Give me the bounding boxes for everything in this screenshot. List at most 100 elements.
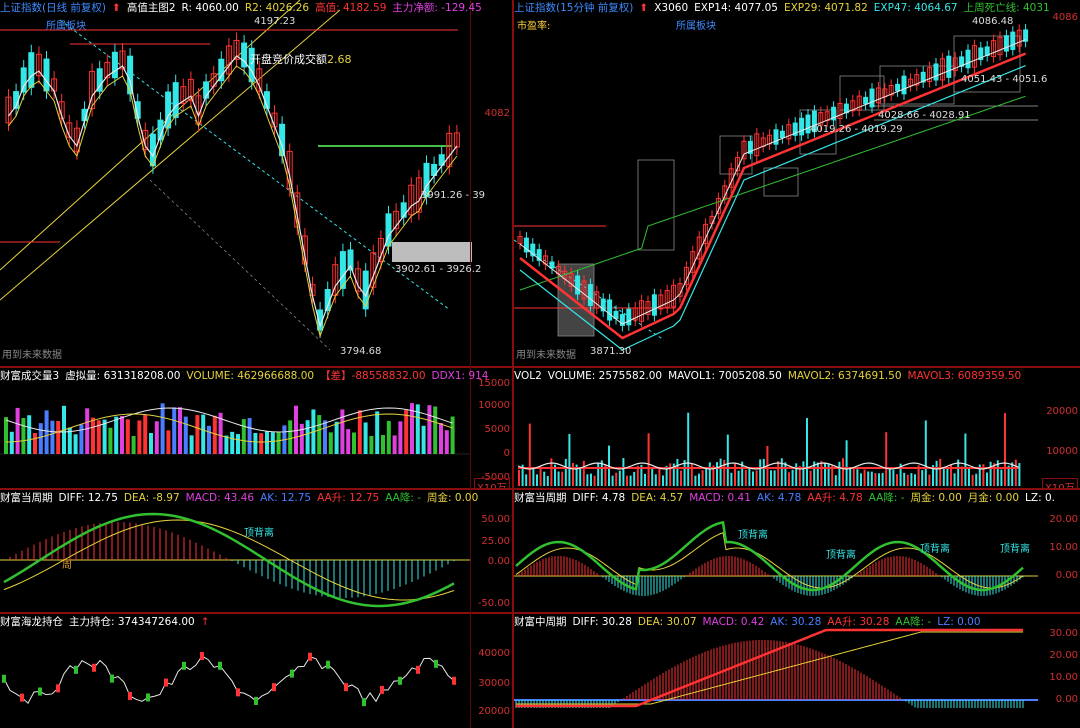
dea-value: DEA: 30.07: [637, 616, 697, 628]
dea-value: DEA: -8.97: [123, 492, 180, 504]
volume-bar: [439, 422, 443, 454]
volume-bar: [120, 416, 124, 454]
volume-bar: [622, 458, 625, 486]
volume-bar: [404, 409, 409, 454]
y-axis-tick: 0.00: [1055, 570, 1078, 581]
volume-ma-line: [5, 407, 453, 433]
candle-body: [28, 52, 35, 88]
volume-bar: [780, 458, 783, 486]
volume-bar: [568, 433, 571, 486]
range-label-1: 4051.43 - 4051.6: [961, 74, 1048, 85]
right-main-chart[interactable]: 上证指数(15分钟 前复权) ⬆ X3060 EXP14: 4077.05 EXP29:…: [514, 0, 1080, 366]
candle-body: [43, 58, 50, 92]
right-midcycle-header: 财富中周期 DIFF: 30.28 DEA: 30.07 MACD: 0.42 AK: …: [514, 614, 1080, 630]
macd-value: MACD: 43.46: [185, 492, 255, 504]
volume-bar: [964, 433, 967, 486]
volume-bar: [960, 466, 963, 486]
left-macd-chart[interactable]: 财富当周期 DIFF: 12.75 DEA: -8.97 MACD: 43.46 AK:…: [0, 490, 512, 612]
range-label-1: 3991.26 - 39: [421, 190, 486, 201]
dea-value: DEA: 4.57: [631, 492, 684, 504]
volume-bar: [633, 471, 636, 486]
up-arrow-icon: ↑: [200, 616, 210, 628]
volume-bar: [247, 418, 252, 454]
holdings-marker: [20, 693, 24, 702]
volume-bar: [15, 407, 20, 454]
volume-bar: [44, 410, 49, 454]
candle-body: [779, 130, 785, 139]
chart-title[interactable]: 上证指数(15分钟 前复权): [514, 2, 633, 14]
volume-bar: [79, 424, 84, 454]
volume-bar: [375, 411, 380, 454]
left-main-chart[interactable]: 上证指数(日线 前复权) ⬆ 高值主图2 R: 4060.00 R2: 4026.26 高…: [0, 0, 512, 366]
exp47-line: [519, 95, 1026, 291]
volume-bar: [102, 419, 107, 454]
volume-bar: [701, 470, 704, 486]
consolidation-box: [763, 167, 799, 197]
volume-bar: [939, 458, 942, 486]
volume-bar: [791, 469, 794, 486]
volume-bar: [189, 435, 194, 454]
dea-line: [516, 631, 1023, 705]
y-axis-tick: 20000: [478, 706, 510, 717]
holdings-line: [3, 655, 455, 705]
volume-bar: [125, 419, 130, 454]
sector-link[interactable]: 所属板块: [676, 17, 716, 32]
indicator-name[interactable]: 财富当周期: [0, 492, 53, 504]
left-holdings-chart[interactable]: 财富海龙持仓 主力持仓: 374347264.00 ↑ 40000 30000 2000…: [0, 614, 512, 728]
right-volume-chart[interactable]: VOL2 VOLUME: 2575582.00 MAVOL1: 7005208.50…: [514, 368, 1080, 488]
sector-link[interactable]: 所属板块: [46, 17, 86, 32]
volume-bar: [759, 459, 762, 486]
volume-bar: [719, 458, 722, 486]
indicator-name[interactable]: 财富当周期: [514, 492, 567, 504]
month-gold-value: 月金: 0.00: [967, 492, 1020, 504]
volume-bar: [1018, 463, 1021, 486]
volume-bar: [543, 471, 546, 486]
macd-svg: [0, 512, 470, 608]
volume-bar: [334, 421, 339, 454]
indicator-name[interactable]: 财富海龙持仓: [0, 616, 63, 628]
volume-bars-svg: [0, 403, 470, 455]
volume-bar: [597, 462, 600, 486]
ddx-value: DDX1: 914: [431, 370, 489, 382]
aa-up-value: AA升: 12.75: [317, 492, 380, 504]
volume-bar: [730, 472, 733, 486]
holdings-marker: [380, 685, 384, 694]
holdings-marker: [254, 696, 258, 705]
volume-bar: [784, 462, 787, 486]
mavol3-value: MAVOL3: 6089359.50: [907, 370, 1022, 382]
volume-bar: [398, 421, 403, 454]
volume-bar: [989, 461, 992, 486]
top-divergence-label: 顶背离: [244, 528, 274, 539]
top-divergence-label: 顶背离: [1000, 544, 1030, 555]
y-axis-tick: 10.00: [1049, 542, 1078, 553]
volume-bar: [276, 432, 281, 454]
volume-bar: [914, 474, 916, 486]
volume-bar: [183, 416, 188, 454]
volume-bar: [539, 466, 542, 486]
future-data-note: 用到未来数据: [2, 350, 62, 361]
right-macd-chart[interactable]: 财富当周期 DIFF: 4.78 DEA: 4.57 MACD: 0.41 AK: 4.…: [514, 490, 1080, 612]
volume-bar: [723, 459, 726, 486]
holdings-marker: [308, 652, 312, 661]
chart-title[interactable]: 上证指数(日线 前复权): [0, 2, 106, 14]
indicator-name[interactable]: VOL2: [514, 370, 542, 382]
pe-label: 市盈率:: [517, 21, 551, 32]
y-axis-tick: 20000: [1046, 406, 1078, 417]
volume-bar: [910, 473, 913, 486]
lz-value: LZ: 0.00: [937, 616, 981, 628]
candle-body: [901, 75, 907, 95]
volume-value: VOLUME: 2575582.00: [547, 370, 663, 382]
indicator-name[interactable]: 财富成交量3: [0, 370, 59, 382]
volume-bar: [21, 418, 26, 454]
volume-bar: [626, 475, 628, 486]
holdings-marker: [452, 676, 456, 685]
volume-bar: [73, 434, 78, 454]
indicator-name[interactable]: 财富中周期: [514, 616, 567, 628]
up-arrow-icon: ⬆: [112, 2, 121, 14]
candle-body: [111, 51, 118, 79]
volume-bar: [201, 414, 206, 454]
right-midcycle-chart[interactable]: 财富中周期 DIFF: 30.28 DEA: 30.07 MACD: 0.42 AK: …: [514, 614, 1080, 728]
left-volume-chart[interactable]: 财富成交量3 虚拟量: 631318208.00 VOLUME: 462966688…: [0, 368, 512, 488]
indicator-name[interactable]: 高值主图2: [127, 2, 176, 14]
price-zone-box: [392, 242, 472, 262]
